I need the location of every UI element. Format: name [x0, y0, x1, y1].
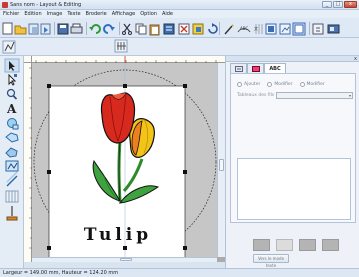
fill-icon[interactable] [5, 147, 18, 158]
design-settings-icon[interactable] [292, 22, 306, 36]
panel-button-3[interactable] [299, 239, 316, 251]
vertical-ruler [24, 63, 32, 262]
menu-image[interactable]: Image [47, 10, 63, 18]
close-button[interactable]: x [344, 1, 357, 8]
radio-modifier-2-label: Modifier [306, 82, 325, 87]
outline-icon[interactable] [5, 132, 19, 143]
import-icon[interactable] [40, 23, 51, 35]
radio-ajouter-dot[interactable] [237, 82, 242, 87]
text-input-area[interactable] [237, 158, 351, 220]
undo-icon[interactable] [89, 24, 101, 34]
transfer-icon[interactable] [312, 23, 324, 35]
tab-layout[interactable] [230, 63, 247, 73]
chevron-down-icon: ▾ [348, 93, 351, 98]
menu-fichier[interactable]: Fichier [3, 10, 19, 18]
rotate-icon[interactable] [208, 23, 218, 34]
horizontal-scrollbar[interactable] [32, 257, 217, 262]
horizontal-ruler [32, 56, 225, 63]
panel-button-4[interactable] [322, 239, 339, 251]
stitch-direction-icon[interactable] [6, 206, 18, 221]
close-panel-icon[interactable]: x [354, 56, 357, 62]
grid-toggle-icon[interactable] [114, 39, 128, 53]
tab-color[interactable] [247, 63, 264, 73]
menu-affichage[interactable]: Affichage [112, 10, 136, 18]
shape-icon[interactable] [7, 118, 19, 130]
text-arc-icon[interactable]: ABC [237, 26, 251, 33]
vertical-scrollbar[interactable] [217, 63, 225, 257]
font-label: Tableaux des fils [237, 93, 275, 98]
panel-header: x [226, 56, 359, 62]
stitch-icon[interactable] [5, 160, 19, 172]
open-icon[interactable] [14, 25, 27, 35]
print-icon[interactable] [70, 23, 83, 34]
radio-ajouter-label: Ajouter [244, 82, 261, 87]
delete-icon[interactable] [178, 23, 190, 35]
redo-icon[interactable] [103, 24, 115, 34]
horizontal-scroll-thumb[interactable] [120, 258, 132, 261]
radio-modifier-dot[interactable] [267, 82, 273, 87]
paste-icon[interactable] [149, 24, 160, 36]
title-bar: Sans nom - Layout & Editing _ □ x [0, 0, 359, 10]
duplicate-icon[interactable] [163, 23, 175, 35]
menu-aide[interactable]: Aide [162, 10, 173, 18]
text-attributes-panel: x ABC Ajouter Modifier Modifier Tableaux… [225, 56, 359, 268]
status-text: Largeur = 149.00 mm, Hauteur = 124.20 mm [3, 270, 119, 276]
main-toolbar: ABC 文 [0, 18, 359, 38]
design-workspace: Tulip [24, 56, 225, 262]
point-edit-icon[interactable] [8, 73, 17, 86]
card-writer-icon[interactable] [327, 24, 340, 34]
menu-texte[interactable]: Texte [67, 10, 80, 18]
menu-bar: Fichier Edition Image Texte Broderie Aff… [0, 10, 359, 18]
vertical-scroll-thumb[interactable] [219, 159, 224, 171]
magic-wand-icon[interactable] [224, 24, 234, 35]
text-icon[interactable]: A [6, 102, 17, 116]
convert-to-text-button[interactable]: Vers le mode texte [253, 254, 289, 268]
group-icon[interactable] [192, 23, 204, 35]
stitch-line-icon[interactable] [2, 40, 16, 54]
sewing-preview-icon[interactable] [279, 23, 291, 35]
menu-option[interactable]: Option [140, 10, 157, 18]
design-canvas[interactable]: Tulip [32, 63, 217, 257]
ruler-corner [24, 56, 32, 63]
save-icon[interactable] [57, 23, 69, 35]
design-text[interactable]: Tulip [84, 225, 152, 245]
panel-tabs: ABC [230, 63, 286, 73]
window-title: Sans nom - Layout & Editing [10, 2, 82, 8]
open-template-icon[interactable] [28, 23, 39, 35]
radio-modifier[interactable]: Modifier [267, 82, 293, 87]
layout-icon[interactable] [265, 23, 277, 35]
text-mode-options: Ajouter Modifier Modifier [237, 82, 325, 87]
minimize-button[interactable]: _ [322, 1, 332, 8]
svg-text:A: A [6, 102, 17, 116]
panel-button-2[interactable] [276, 239, 293, 251]
grid-icon[interactable] [5, 190, 19, 203]
line-icon[interactable] [6, 171, 18, 187]
zoom-icon[interactable] [6, 88, 18, 100]
text-vertical-icon[interactable]: 文 [254, 24, 263, 34]
radio-modifier-label: Modifier [274, 82, 293, 87]
tab-text[interactable]: ABC [264, 63, 286, 73]
panel-button-1[interactable] [253, 239, 270, 251]
menu-broderie[interactable]: Broderie [86, 10, 107, 18]
svg-text:ABC: ABC [240, 26, 248, 31]
font-select[interactable]: ▾ [276, 92, 353, 99]
new-icon[interactable] [2, 22, 13, 35]
status-bar: Largeur = 149.00 mm, Hauteur = 124.20 mm [0, 268, 359, 277]
radio-modifier-2-dot[interactable] [299, 82, 305, 87]
radio-ajouter[interactable]: Ajouter [237, 82, 260, 87]
menu-edition[interactable]: Edition [24, 10, 41, 18]
copy-icon[interactable] [135, 23, 147, 35]
cut-icon[interactable] [122, 23, 132, 35]
secondary-toolbar [0, 38, 359, 56]
text-tab-body: Ajouter Modifier Modifier Tableaux des f… [230, 73, 356, 223]
panel-action-buttons [253, 239, 339, 251]
maximize-button[interactable]: □ [333, 1, 343, 8]
app-icon [2, 2, 8, 8]
radio-modifier-2[interactable]: Modifier [299, 82, 325, 87]
tool-palette: A [0, 56, 24, 268]
svg-text:文: 文 [254, 25, 258, 31]
